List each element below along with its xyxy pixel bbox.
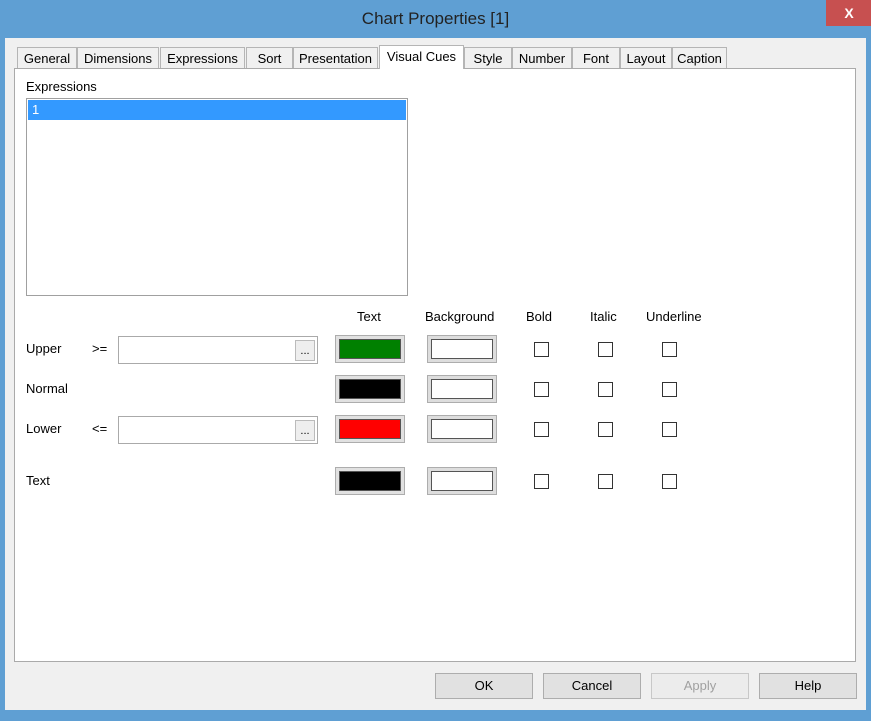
tab-general[interactable]: General: [17, 47, 77, 69]
column-italic: Italic: [590, 309, 617, 324]
lower-label: Lower: [26, 421, 62, 436]
column-underline: Underline: [646, 309, 702, 324]
normal-background-color-button[interactable]: [427, 375, 497, 403]
lower-browse-button[interactable]: ...: [295, 420, 315, 441]
tab-expressions[interactable]: Expressions: [160, 47, 245, 69]
lower-value-input[interactable]: ...: [118, 416, 318, 444]
tab-style[interactable]: Style: [464, 47, 512, 69]
lower-bold-checkbox[interactable]: [534, 422, 549, 437]
lower-underline-checkbox[interactable]: [662, 422, 677, 437]
tab-presentation[interactable]: Presentation: [293, 47, 378, 69]
tab-dimensions[interactable]: Dimensions: [77, 47, 159, 69]
column-text: Text: [357, 309, 381, 324]
expressions-list[interactable]: 1: [26, 98, 408, 296]
normal-underline-checkbox[interactable]: [662, 382, 677, 397]
upper-underline-checkbox[interactable]: [662, 342, 677, 357]
lower-text-color-button[interactable]: [335, 415, 405, 443]
close-button[interactable]: X: [826, 0, 871, 26]
upper-browse-button[interactable]: ...: [295, 340, 315, 361]
apply-button[interactable]: Apply: [651, 673, 749, 699]
color-swatch: [339, 339, 401, 359]
normal-bold-checkbox[interactable]: [534, 382, 549, 397]
color-swatch: [339, 419, 401, 439]
expressions-label: Expressions: [26, 79, 97, 94]
normal-italic-checkbox[interactable]: [598, 382, 613, 397]
upper-label: Upper: [26, 341, 62, 356]
color-swatch: [431, 419, 493, 439]
upper-value-input[interactable]: ...: [118, 336, 318, 364]
text-italic-checkbox[interactable]: [598, 474, 613, 489]
color-swatch: [339, 379, 401, 399]
lower-operator: <=: [92, 421, 108, 436]
color-swatch: [431, 339, 493, 359]
color-swatch: [431, 379, 493, 399]
upper-operator: >=: [92, 341, 108, 356]
text-label: Text: [26, 473, 50, 488]
ok-button[interactable]: OK: [435, 673, 533, 699]
text-text-color-button[interactable]: [335, 467, 405, 495]
tab-sort[interactable]: Sort: [246, 47, 293, 69]
column-background: Background: [425, 309, 495, 324]
upper-background-color-button[interactable]: [427, 335, 497, 363]
expression-item[interactable]: 1: [28, 100, 406, 120]
column-bold: Bold: [526, 309, 553, 324]
tab-visual-cues[interactable]: Visual Cues: [379, 45, 464, 69]
upper-bold-checkbox[interactable]: [534, 342, 549, 357]
upper-text-color-button[interactable]: [335, 335, 405, 363]
text-underline-checkbox[interactable]: [662, 474, 677, 489]
tab-font[interactable]: Font: [572, 47, 620, 69]
tab-number[interactable]: Number: [512, 47, 572, 69]
text-bold-checkbox[interactable]: [534, 474, 549, 489]
color-swatch: [339, 471, 401, 491]
upper-italic-checkbox[interactable]: [598, 342, 613, 357]
lower-background-color-button[interactable]: [427, 415, 497, 443]
lower-italic-checkbox[interactable]: [598, 422, 613, 437]
color-swatch: [431, 471, 493, 491]
cancel-button[interactable]: Cancel: [543, 673, 641, 699]
normal-label: Normal: [26, 381, 68, 396]
help-button[interactable]: Help: [759, 673, 857, 699]
tab-caption[interactable]: Caption: [672, 47, 727, 69]
window-title: Chart Properties [1]: [361, 9, 510, 28]
text-background-color-button[interactable]: [427, 467, 497, 495]
tab-layout[interactable]: Layout: [620, 47, 672, 69]
normal-text-color-button[interactable]: [335, 375, 405, 403]
